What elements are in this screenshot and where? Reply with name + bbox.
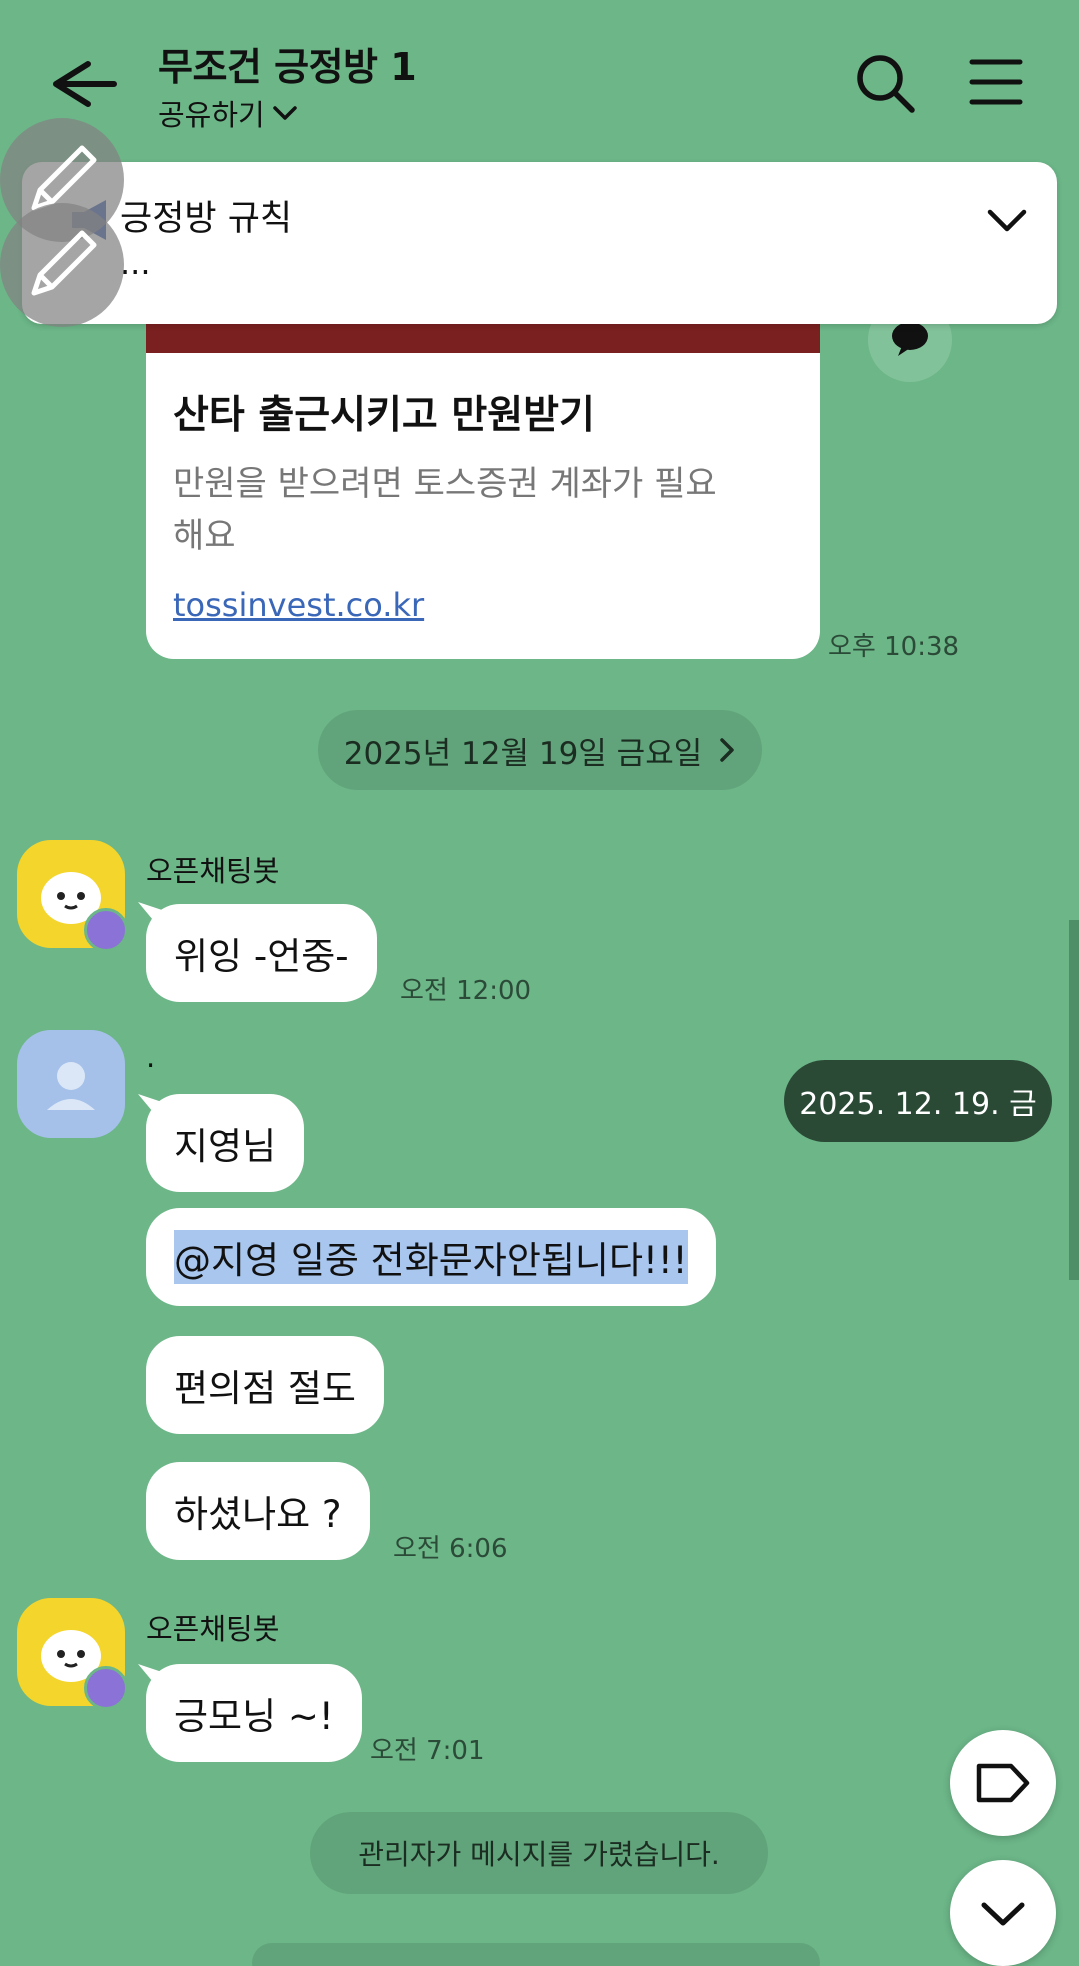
back-arrow-icon xyxy=(53,61,117,107)
message-time: 오후 10:38 xyxy=(828,632,960,662)
back-button[interactable] xyxy=(40,50,120,120)
sender-name: . xyxy=(146,1040,156,1074)
message-text: @지영 일중 전화문자안됩니다!!! xyxy=(174,1230,688,1284)
date-divider[interactable]: 2025년 12월 19일 금요일 xyxy=(318,710,762,790)
message-bubble[interactable]: @지영 일중 전화문자안됩니다!!! xyxy=(146,1208,716,1306)
link-preview-card[interactable]: 산타 출근시키고 만원받기 만원을 받으려면 토스증권 계좌가 필요해요 tos… xyxy=(146,300,820,659)
notice-title: 긍정방 규칙 xyxy=(120,199,293,239)
message-text: 편의점 절도 xyxy=(174,1367,356,1410)
user-silhouette-icon xyxy=(47,1062,95,1110)
tag-button[interactable] xyxy=(950,1730,1056,1836)
message-bubble[interactable]: 위잉 -언중- xyxy=(146,904,377,1002)
link-preview-description: 만원을 받으려면 토스증권 계좌가 필요해요 xyxy=(173,464,717,556)
search-icon xyxy=(857,55,915,113)
avatar[interactable] xyxy=(17,1030,125,1138)
chevron-down-icon xyxy=(981,1902,1025,1926)
menu-button[interactable] xyxy=(966,52,1026,112)
link-preview-title: 산타 출근시키고 만원받기 xyxy=(173,393,595,438)
message-text: 하셨나요 ? xyxy=(174,1493,342,1536)
scroll-date-tag: 2025. 12. 19. 금 xyxy=(784,1060,1052,1142)
sender-name: 오픈채팅봇 xyxy=(146,854,280,888)
bot-badge-icon xyxy=(84,1666,128,1710)
share-label: 공유하기 xyxy=(158,98,265,132)
admin-hidden-notice: 관리자가 메시지를 가렸습니다. xyxy=(310,1812,768,1894)
link-preview-url[interactable]: tossinvest.co.kr xyxy=(173,586,424,624)
bot-badge-icon xyxy=(84,908,128,952)
share-button[interactable]: 공유하기 xyxy=(158,92,299,134)
message-bubble[interactable]: 지영님 xyxy=(146,1094,305,1192)
scrollbar[interactable] xyxy=(1069,920,1079,1280)
notice-banner[interactable]: 긍정방 규칙 ... xyxy=(22,162,1057,324)
system-message-pill xyxy=(252,1943,820,1966)
notice-subtitle: ... xyxy=(120,244,151,282)
chat-title: 무조건 긍정방 1 xyxy=(158,45,417,89)
sender-name: 오픈채팅봇 xyxy=(146,1612,280,1646)
message-bubble[interactable]: 긍모닝 ~! xyxy=(146,1664,362,1762)
date-divider-label: 2025년 12월 19일 금요일 xyxy=(343,735,703,772)
search-button[interactable] xyxy=(852,50,918,116)
chevron-down-icon xyxy=(272,106,297,120)
message-text: 위잉 -언중- xyxy=(174,935,349,978)
hamburger-menu-icon xyxy=(969,59,1023,105)
message-bubble[interactable]: 편의점 절도 xyxy=(146,1336,384,1434)
notice-expand-button[interactable] xyxy=(982,200,1032,240)
message-time: 오전 6:06 xyxy=(393,1534,508,1564)
message-text: 지영님 xyxy=(174,1125,277,1168)
message-time: 오전 7:01 xyxy=(370,1736,485,1766)
scroll-down-button[interactable] xyxy=(950,1860,1056,1966)
pen-button[interactable] xyxy=(0,203,124,327)
message-text: 긍모닝 ~! xyxy=(174,1695,334,1738)
chevron-down-icon xyxy=(987,209,1027,232)
pen-icon xyxy=(31,230,97,296)
tag-icon xyxy=(976,1763,1030,1803)
message-bubble[interactable]: 하셨나요 ? xyxy=(146,1462,370,1560)
message-time: 오전 12:00 xyxy=(400,976,532,1006)
chevron-right-icon xyxy=(720,738,734,762)
